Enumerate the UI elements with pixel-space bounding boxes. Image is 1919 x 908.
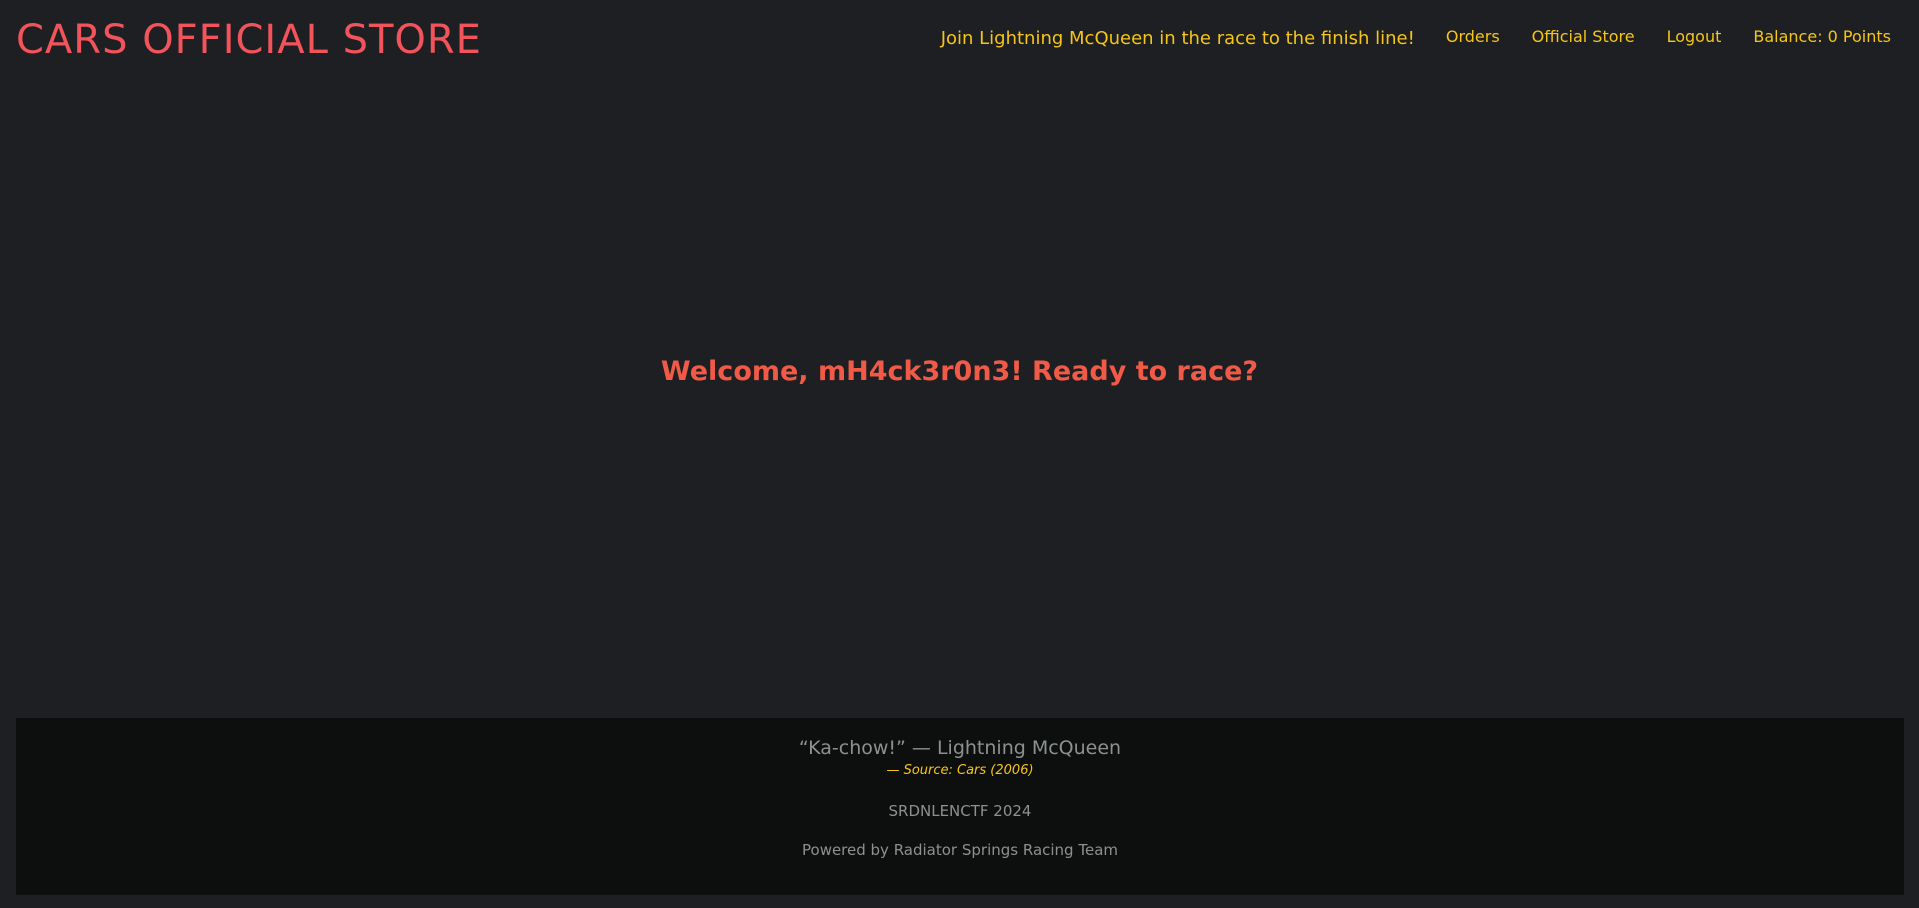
- nav-tagline: Join Lightning McQueen in the race to th…: [940, 28, 1415, 49]
- page: CARS OFFICIAL STORE Join Lightning McQue…: [0, 0, 1919, 908]
- footer-quote-source: — Source: Cars (2006): [886, 763, 1034, 778]
- nav-logout-link[interactable]: Logout: [1667, 27, 1722, 46]
- nav-balance-link[interactable]: Balance: 0 Points: [1753, 27, 1891, 46]
- welcome-heading: Welcome, mH4ck3r0n3! Ready to race?: [660, 356, 1259, 387]
- top-nav: Join Lightning McQueen in the race to th…: [941, 24, 1891, 49]
- nav-official-store-link[interactable]: Official Store: [1532, 27, 1635, 46]
- brand-logo[interactable]: CARS OFFICIAL STORE: [16, 16, 482, 64]
- footer-ctf: SRDNLENCTF 2024: [888, 802, 1032, 820]
- footer-quote: “Ka-chow!” — Lightning McQueen: [798, 737, 1122, 759]
- footer-powered-by: Powered by Radiator Springs Racing Team: [802, 841, 1118, 859]
- footer: “Ka-chow!” — Lightning McQueen — Source:…: [16, 718, 1904, 895]
- nav-orders-link[interactable]: Orders: [1446, 27, 1500, 46]
